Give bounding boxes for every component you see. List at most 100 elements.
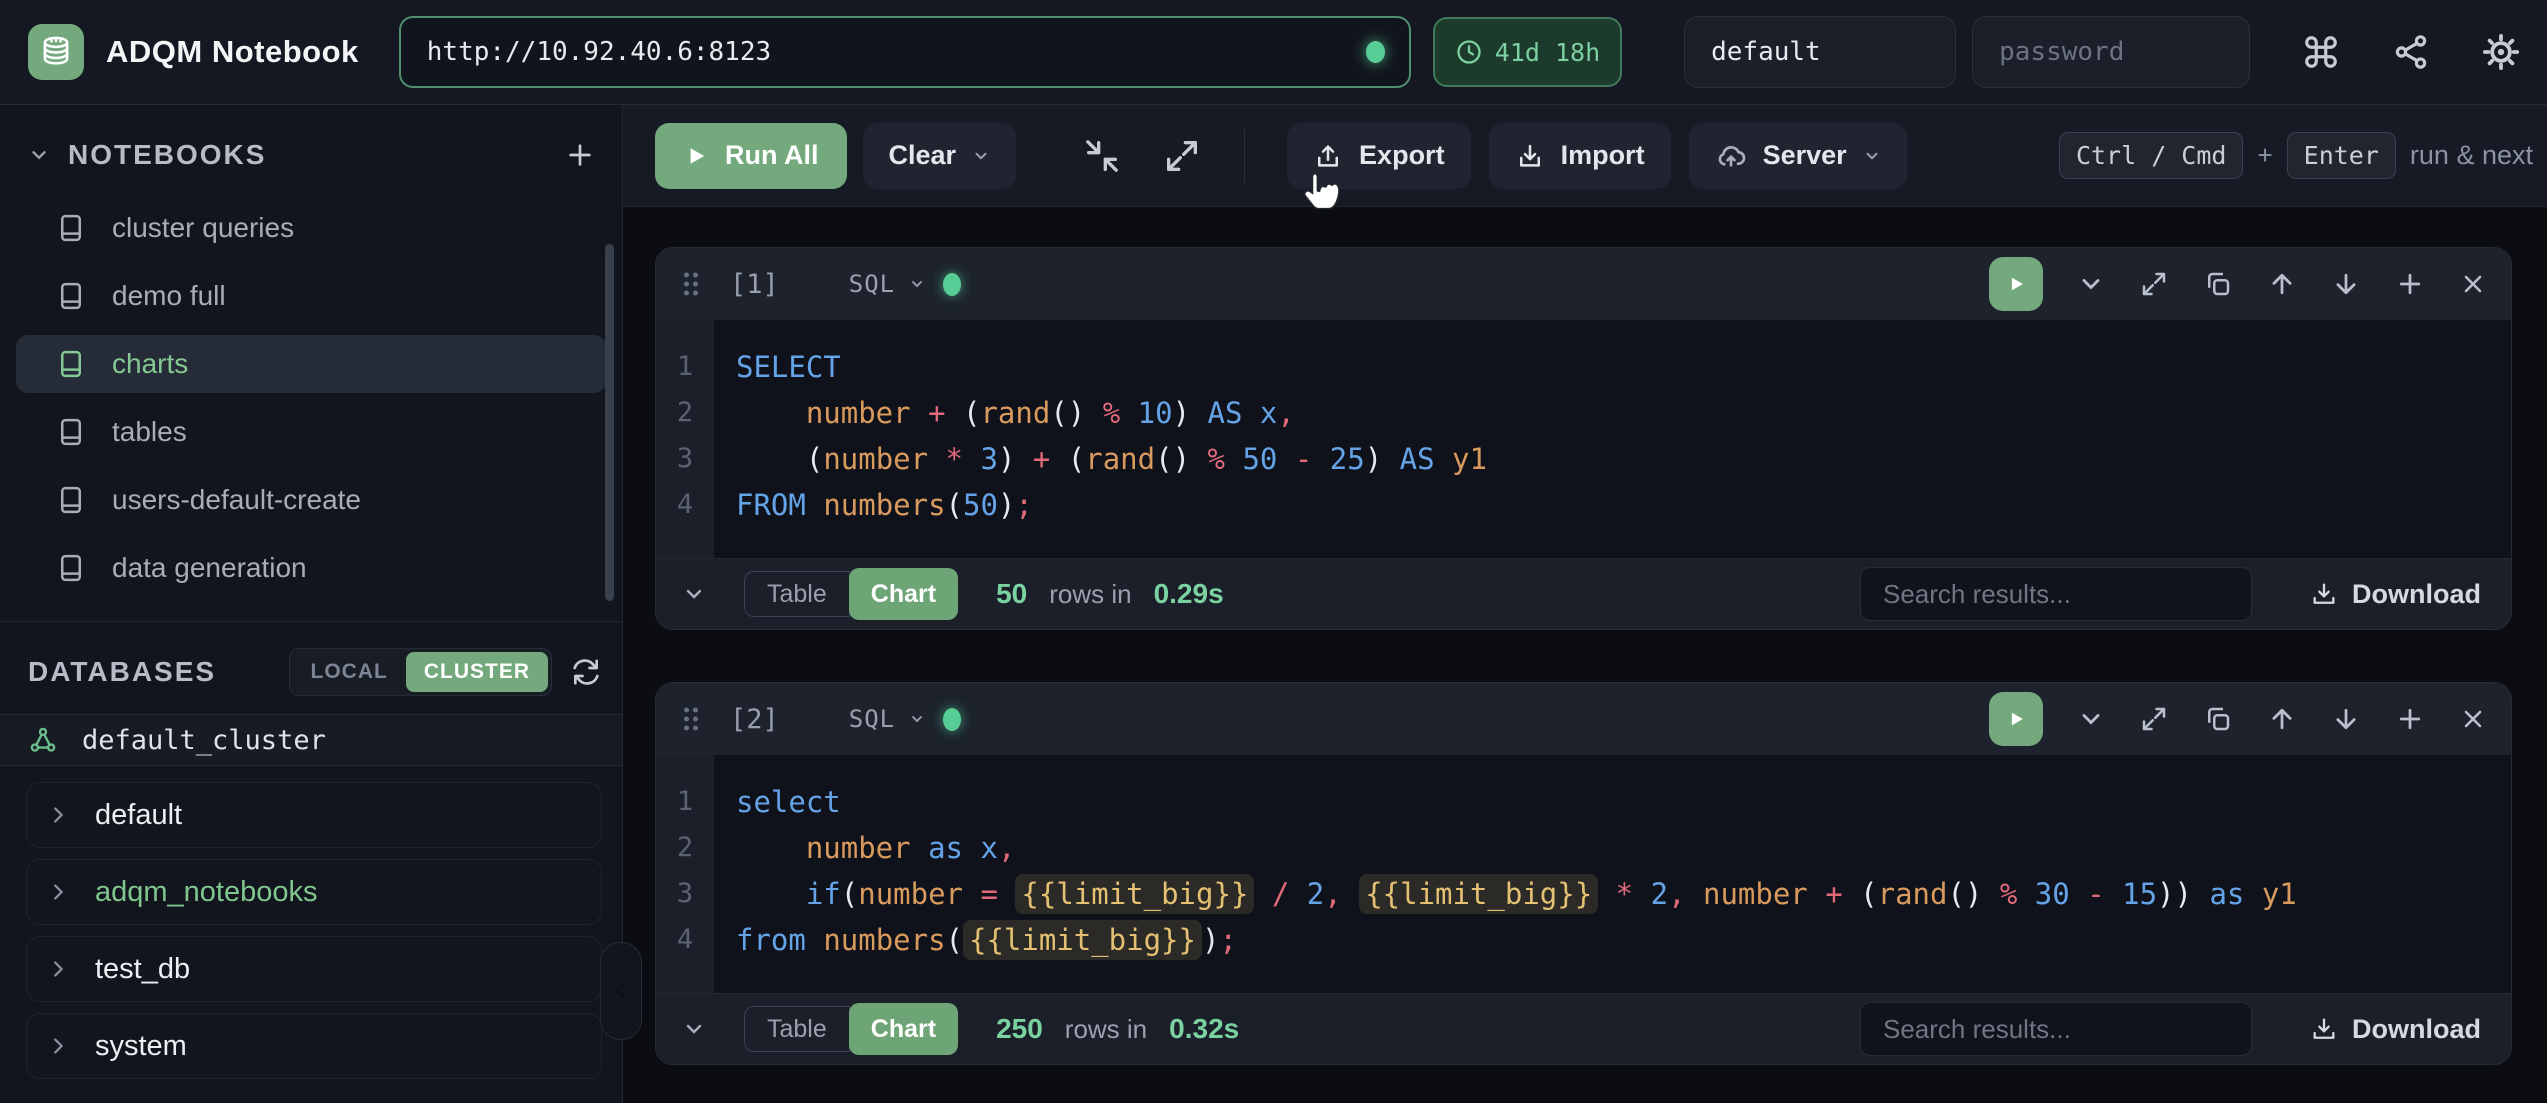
search-results-input[interactable] <box>1860 567 2252 621</box>
cell-header: [1] SQL <box>656 248 2511 320</box>
drag-handle-icon[interactable] <box>680 704 702 734</box>
run-all-button[interactable]: Run All <box>655 123 847 189</box>
code-line[interactable]: select <box>736 779 2297 825</box>
export-label: Export <box>1359 140 1445 171</box>
cells-container: [1] SQL <box>623 207 2547 1065</box>
cell-language-select[interactable]: SQL <box>849 705 895 733</box>
delete-cell-icon[interactable] <box>2459 705 2487 733</box>
chart-view-option[interactable]: Chart <box>849 1003 958 1055</box>
server-menu-button[interactable]: Server <box>1689 123 1907 189</box>
download-results-button[interactable]: Download <box>2310 1014 2481 1045</box>
cell-language-select[interactable]: SQL <box>849 270 895 298</box>
cell-expand-icon[interactable] <box>2139 269 2169 299</box>
sidebar-notebook-data-generation[interactable]: data generation <box>16 539 606 597</box>
share-icon <box>2392 33 2430 71</box>
chevron-down-icon[interactable] <box>909 276 925 292</box>
code-lines[interactable]: SELECT number + (rand() % 10) AS x, (num… <box>714 320 1487 558</box>
cell-expand-icon[interactable] <box>2139 704 2169 734</box>
main-area: Run All Clear <box>623 105 2547 1103</box>
clear-button[interactable]: Clear <box>863 123 1017 189</box>
download-results-button[interactable]: Download <box>2310 579 2481 610</box>
notebooks-header: NOTEBOOKS <box>0 105 622 189</box>
delete-cell-icon[interactable] <box>2459 270 2487 298</box>
shortcuts-button[interactable] <box>2302 33 2340 71</box>
code-line[interactable]: SELECT <box>736 344 1487 390</box>
username-input[interactable] <box>1684 16 1956 88</box>
chevron-right-icon[interactable] <box>47 804 69 826</box>
code-line[interactable]: number as x, <box>736 825 2297 871</box>
expand-all-button[interactable] <box>1162 136 1202 176</box>
results-bar: Table Chart 250 rows in 0.32s Download <box>656 993 2511 1064</box>
chevron-left-icon <box>610 980 632 1002</box>
drag-handle-icon[interactable] <box>680 269 702 299</box>
refresh-databases-button[interactable] <box>570 656 602 688</box>
sidebar-notebook-users-default-create[interactable]: users-default-create <box>16 471 606 529</box>
move-cell-down-icon[interactable] <box>2331 269 2361 299</box>
code-lines[interactable]: select number as x, if(number = {{limit_… <box>714 755 2297 993</box>
move-cell-up-icon[interactable] <box>2267 704 2297 734</box>
move-cell-up-icon[interactable] <box>2267 269 2297 299</box>
app-logo <box>28 24 84 80</box>
server-url-input[interactable] <box>425 36 1366 68</box>
search-results-input[interactable] <box>1860 1002 2252 1056</box>
sidebar-notebook-demo-full[interactable]: demo full <box>16 267 606 325</box>
add-notebook-button[interactable] <box>564 139 596 171</box>
database-icon <box>38 34 74 70</box>
scope-cluster-option[interactable]: CLUSTER <box>406 652 548 692</box>
app-title: ADQM Notebook <box>106 34 359 70</box>
add-cell-icon[interactable] <box>2395 704 2425 734</box>
sidebar-collapse-handle[interactable] <box>600 942 642 1040</box>
results-collapse-icon[interactable] <box>682 1017 706 1041</box>
cell-header: [2] SQL <box>656 683 2511 755</box>
sidebar-notebook-cluster-queries[interactable]: cluster queries <box>16 199 606 257</box>
table-view-option[interactable]: Table <box>744 1006 850 1052</box>
code-line[interactable]: if(number = {{limit_big}} / 2, {{limit_b… <box>736 871 2297 917</box>
add-cell-icon[interactable] <box>2395 269 2425 299</box>
scope-local-option[interactable]: LOCAL <box>293 652 406 692</box>
notebook-label: users-default-create <box>112 484 361 516</box>
settings-button[interactable] <box>2482 33 2520 71</box>
table-view-option[interactable]: Table <box>744 571 850 617</box>
duplicate-cell-icon[interactable] <box>2203 269 2233 299</box>
duplicate-cell-icon[interactable] <box>2203 704 2233 734</box>
run-cell-button[interactable] <box>1989 692 2043 746</box>
code-line[interactable]: (number * 3) + (rand() % 50 - 25) AS y1 <box>736 436 1487 482</box>
collapse-all-button[interactable] <box>1082 136 1122 176</box>
line-number: 2 <box>656 390 714 436</box>
chevron-right-icon[interactable] <box>47 881 69 903</box>
database-item-default[interactable]: default <box>26 782 602 848</box>
results-collapse-icon[interactable] <box>682 582 706 606</box>
run-all-label: Run All <box>725 140 819 171</box>
server-url-field[interactable] <box>399 16 1411 88</box>
import-button[interactable]: Import <box>1489 123 1671 189</box>
code-line[interactable]: from numbers({{limit_big}}); <box>736 917 2297 963</box>
password-input[interactable] <box>1972 16 2250 88</box>
run-cell-button[interactable] <box>1989 257 2043 311</box>
line-number: 2 <box>656 825 714 871</box>
sidebar-notebook-tables[interactable]: tables <box>16 403 606 461</box>
cell-collapse-icon[interactable] <box>2077 270 2105 298</box>
sidebar-notebook-charts[interactable]: charts <box>16 335 606 393</box>
clock-icon <box>1455 38 1483 66</box>
sidebar-scrollbar[interactable] <box>605 244 614 601</box>
share-button[interactable] <box>2392 33 2430 71</box>
code-line[interactable]: number + (rand() % 10) AS x, <box>736 390 1487 436</box>
export-button[interactable]: Export <box>1287 123 1471 189</box>
notebook-icon <box>56 280 86 312</box>
chart-view-option[interactable]: Chart <box>849 568 958 620</box>
chevron-down-icon[interactable] <box>909 711 925 727</box>
move-cell-down-icon[interactable] <box>2331 704 2361 734</box>
chevron-down-icon[interactable] <box>28 144 50 166</box>
chevron-right-icon[interactable] <box>47 1035 69 1057</box>
code-editor[interactable]: 1234 SELECT number + (rand() % 10) AS x,… <box>656 320 2511 558</box>
cluster-row[interactable]: default_cluster <box>0 714 622 766</box>
code-editor[interactable]: 1234 select number as x, if(number = {{l… <box>656 755 2511 993</box>
database-item-test_db[interactable]: test_db <box>26 936 602 1002</box>
database-item-adqm_notebooks[interactable]: adqm_notebooks <box>26 859 602 925</box>
notebooks-title: NOTEBOOKS <box>68 139 266 171</box>
cell-collapse-icon[interactable] <box>2077 705 2105 733</box>
code-line[interactable]: FROM numbers(50); <box>736 482 1487 528</box>
database-item-system[interactable]: system <box>26 1013 602 1079</box>
result-view-toggle: Table Chart <box>744 568 958 620</box>
chevron-right-icon[interactable] <box>47 958 69 980</box>
